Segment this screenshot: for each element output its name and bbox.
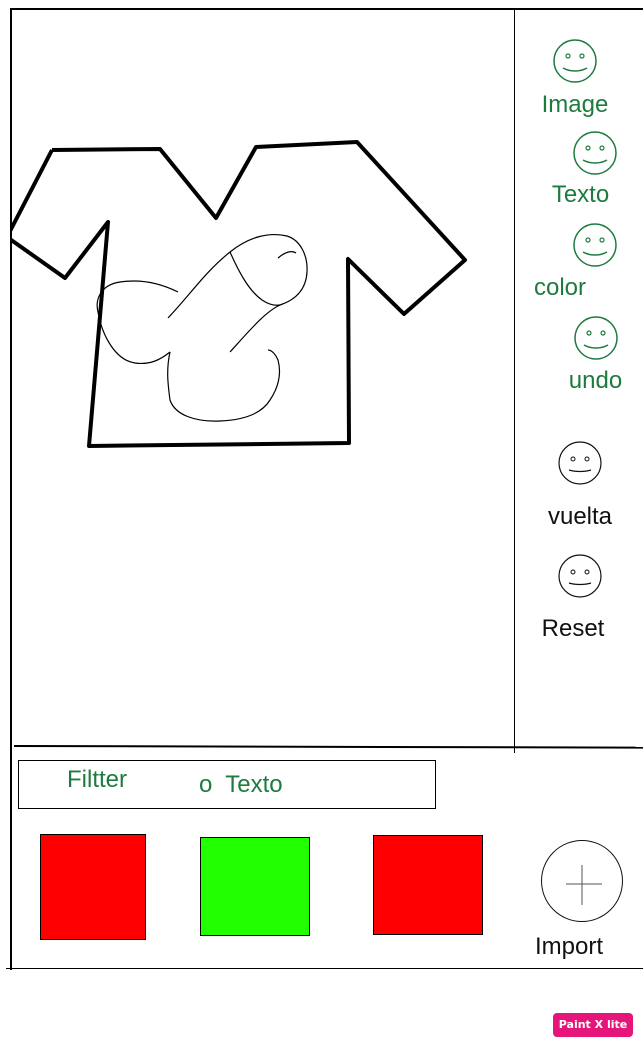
smiley-icon xyxy=(558,441,602,485)
tool-color-button[interactable]: color xyxy=(530,222,643,302)
smiley-icon xyxy=(573,316,618,360)
swatch-red-1[interactable] xyxy=(40,834,146,940)
doodle-sketch xyxy=(96,233,308,422)
tool-vuelta-label: vuelta xyxy=(547,503,613,530)
tool-texto-label: Texto xyxy=(551,181,610,208)
sidebar-divider xyxy=(514,8,515,753)
tool-image-button[interactable]: Image xyxy=(530,38,620,119)
import-button[interactable] xyxy=(541,840,623,922)
filter-input[interactable]: Filtter o Texto xyxy=(18,760,436,809)
smiley-icon xyxy=(573,223,617,267)
tool-image-label: Image xyxy=(541,91,609,118)
drawing-canvas[interactable] xyxy=(12,10,512,743)
tool-color-label: color xyxy=(534,274,587,301)
tshirt-outline xyxy=(12,140,467,448)
tool-texto-button[interactable]: Texto xyxy=(549,130,641,209)
tool-undo-label: undo xyxy=(568,367,623,394)
import-label: Import xyxy=(535,933,604,960)
tool-reset-label: Reset xyxy=(541,615,605,642)
plus-icon xyxy=(566,865,602,905)
smiley-icon xyxy=(573,131,617,175)
bottom-panel-divider xyxy=(13,745,643,749)
tool-reset-button[interactable]: Reset xyxy=(535,553,625,643)
tshirt-drawing xyxy=(12,140,467,448)
texto-option[interactable]: o Texto xyxy=(199,771,283,799)
tool-undo-button[interactable]: undo xyxy=(548,315,643,395)
watermark-badge: Paint X lite xyxy=(553,1013,633,1037)
tool-vuelta-button[interactable]: vuelta xyxy=(535,440,625,531)
swatch-green[interactable] xyxy=(200,837,310,936)
bottom-border xyxy=(6,968,643,969)
swatch-red-2[interactable] xyxy=(373,835,483,935)
smiley-icon xyxy=(553,39,597,83)
smiley-icon xyxy=(558,554,602,598)
filter-label: Filtter xyxy=(67,766,127,793)
